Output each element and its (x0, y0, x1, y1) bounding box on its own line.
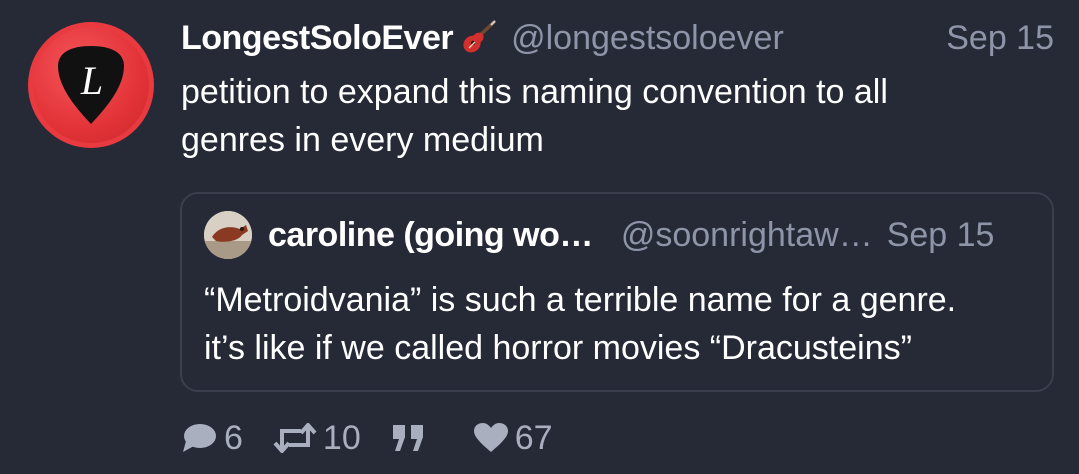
quoted-handle[interactable]: @soonrightaw… (621, 216, 873, 255)
retweet-count: 10 (322, 418, 361, 457)
heart-icon (473, 423, 508, 452)
quoted-avatar-image-icon (204, 211, 252, 259)
tweet-text: petition to expand this naming conventio… (181, 68, 1021, 164)
display-name[interactable]: LongestSoloEver (181, 19, 454, 58)
quoted-text-line: it’s like if we called horror movies “Dr… (204, 329, 912, 367)
quoted-date[interactable]: Sep 15 (887, 216, 995, 255)
reply-icon (183, 424, 216, 452)
tweet-text-line: genres in every medium (181, 121, 544, 159)
avatar-letter: L (80, 58, 103, 103)
avatar[interactable]: L (28, 22, 154, 148)
tweet-header: LongestSoloEver @longestsoloever Sep 15 (181, 16, 1054, 60)
reply-count: 6 (224, 418, 243, 457)
quoted-tweet-text: “Metroidvania” is such a terrible name f… (204, 276, 1034, 372)
like-count: 67 (514, 418, 553, 457)
quote-button[interactable] (391, 423, 427, 453)
quote-icon (392, 425, 423, 451)
quoted-tweet[interactable]: caroline (going wo… @soonrightaw… Sep 15… (180, 192, 1054, 392)
guitar-icon (461, 19, 497, 59)
tweet-actions: 6 10 67 (180, 418, 553, 458)
handle[interactable]: @longestsoloever (511, 19, 784, 58)
retweet-icon (273, 423, 317, 453)
guitar-pick-logo-icon: L (58, 46, 124, 124)
quoted-text-line: “Metroidvania” is such a terrible name f… (204, 281, 957, 319)
tweet-date[interactable]: Sep 15 (946, 19, 1054, 58)
quoted-tweet-header: caroline (going wo… @soonrightaw… Sep 15 (204, 210, 1032, 260)
quoted-display-name[interactable]: caroline (going wo… (268, 216, 593, 255)
reply-button[interactable]: 6 (180, 419, 243, 458)
retweet-button[interactable]: 10 (273, 419, 361, 458)
tweet-text-line: petition to expand this naming conventio… (181, 73, 888, 111)
quoted-avatar[interactable] (204, 211, 252, 259)
like-button[interactable]: 67 (473, 419, 553, 458)
